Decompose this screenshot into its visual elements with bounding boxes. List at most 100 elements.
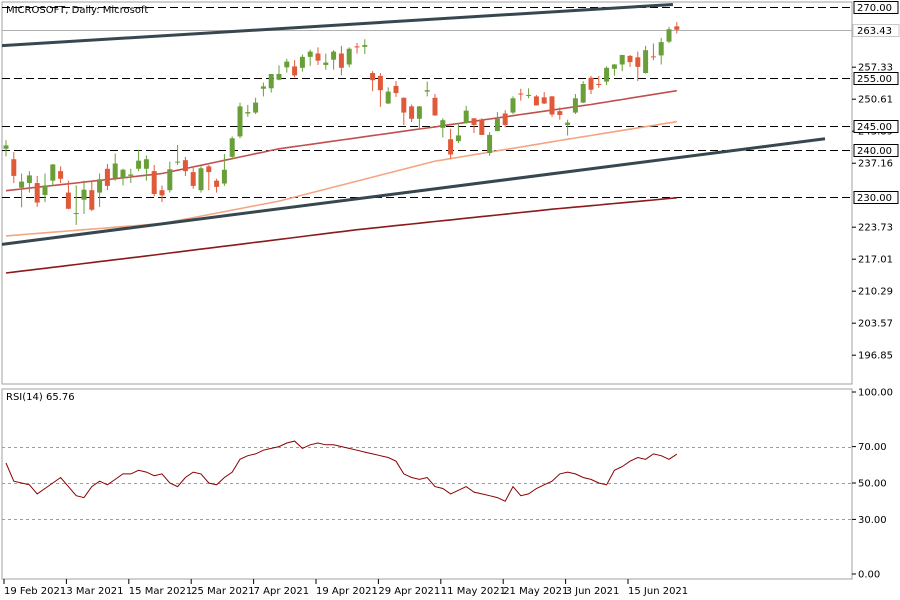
candle (666, 26, 672, 44)
candle-body (385, 91, 391, 104)
candle-body (565, 122, 571, 125)
time-axis-label: 21 May 2021 (503, 586, 568, 597)
rsi-axis-label: 50.00 (858, 479, 887, 490)
candle-body (588, 77, 594, 90)
level-label: 230.00 (857, 193, 892, 204)
candle-body (104, 168, 110, 186)
rsi-label: RSI(14) 65.76 (6, 392, 75, 403)
time-axis-label: 7 Apr 2021 (254, 586, 309, 597)
candle-body (541, 97, 547, 104)
candle-body (292, 66, 298, 76)
candle-body (221, 169, 227, 184)
candle-body (260, 86, 266, 89)
candle-body (572, 98, 578, 113)
rsi-axis-label: 70.00 (858, 442, 887, 453)
candle-body (136, 160, 142, 169)
candle-body (3, 145, 9, 149)
candle-body (510, 98, 516, 113)
candle-body (26, 175, 32, 184)
candle-body (432, 97, 438, 116)
candle-body (650, 56, 656, 58)
candle-body (229, 138, 235, 157)
candle-body (81, 189, 87, 200)
price-axis-label: 210.29 (858, 287, 893, 298)
time-axis-label: 11 May 2021 (441, 586, 506, 597)
rsi-axis-label: 100.00 (858, 388, 893, 399)
candle-body (245, 112, 251, 114)
candle-body (34, 183, 40, 203)
candle-body (206, 166, 212, 173)
candle-body (674, 26, 680, 30)
candle (580, 81, 586, 104)
candle-body (487, 134, 493, 154)
candle-body (159, 190, 165, 196)
time-axis-label: 19 Feb 2021 (4, 586, 66, 597)
candle-body (580, 84, 586, 103)
candle-body (518, 93, 524, 95)
candle-body (167, 169, 173, 191)
candle-body (315, 53, 321, 61)
candle-body (658, 42, 664, 56)
candle-body (440, 120, 446, 128)
candle-body (268, 74, 274, 89)
price-panel[interactable]: 257.33250.61243.89237.16223.73217.01210.… (0, 1, 900, 385)
candle (198, 166, 204, 193)
candle-body (393, 85, 399, 94)
candle-body (299, 56, 305, 68)
candle-body (58, 171, 64, 179)
candle-body (494, 118, 500, 132)
candle-body (604, 67, 610, 82)
candle (346, 47, 352, 68)
candle-body (97, 179, 103, 193)
candle-body (377, 75, 383, 91)
candle-body (416, 106, 422, 119)
price-axis-label: 217.01 (858, 255, 893, 266)
candle-body (128, 174, 134, 176)
candle-body (643, 50, 649, 74)
candle-body (182, 160, 188, 172)
candle-body (276, 74, 282, 80)
candle-body (198, 168, 204, 191)
rsi-axis-label: 30.00 (858, 515, 887, 526)
candle-body (455, 135, 461, 142)
candle-body (120, 169, 126, 179)
candle-body (65, 192, 71, 209)
last-price-label: 263.43 (857, 26, 892, 37)
rsi-panel[interactable]: 100.00 70.00 50.00 30.00 0.00 RSI(14) 65.76 (1, 388, 893, 581)
candle-body (409, 106, 415, 119)
candle-body (362, 45, 368, 47)
level-label: 240.00 (857, 146, 892, 157)
time-axis-label: 15 Mar 2021 (129, 586, 192, 597)
candle-body (549, 96, 555, 115)
candle (533, 94, 539, 106)
time-axis-label: 25 Mar 2021 (191, 586, 254, 597)
candle-body (596, 84, 602, 85)
candle-body (89, 190, 95, 210)
candle-body (42, 185, 48, 195)
candle-body (424, 90, 430, 92)
time-axis-label: 3 Mar 2021 (66, 586, 123, 597)
candle-body (331, 51, 337, 60)
candle-body (526, 94, 532, 96)
price-axis-label: 237.16 (858, 159, 893, 170)
time-axis-label: 19 Apr 2021 (316, 586, 378, 597)
price-panel-frame (1, 1, 853, 385)
level-label: 270.00 (857, 3, 892, 14)
candle-body (557, 111, 563, 115)
candle-body (346, 48, 352, 65)
candle-body (143, 159, 149, 169)
candle (229, 136, 235, 160)
time-axis-label: 3 Jun 2021 (566, 586, 620, 597)
candle-body (448, 139, 454, 155)
candle-body (284, 61, 290, 68)
price-axis-label: 203.57 (858, 319, 893, 330)
candle-body (611, 64, 617, 69)
candle-body (354, 46, 360, 48)
candle-body (502, 113, 508, 125)
price-axis-label: 196.85 (858, 351, 893, 362)
level-label: 255.00 (857, 74, 892, 85)
candle (549, 95, 555, 117)
time-axis-label: 15 Jun 2021 (628, 586, 688, 597)
time-axis-label: 29 Apr 2021 (378, 586, 440, 597)
candle-body (401, 97, 407, 113)
